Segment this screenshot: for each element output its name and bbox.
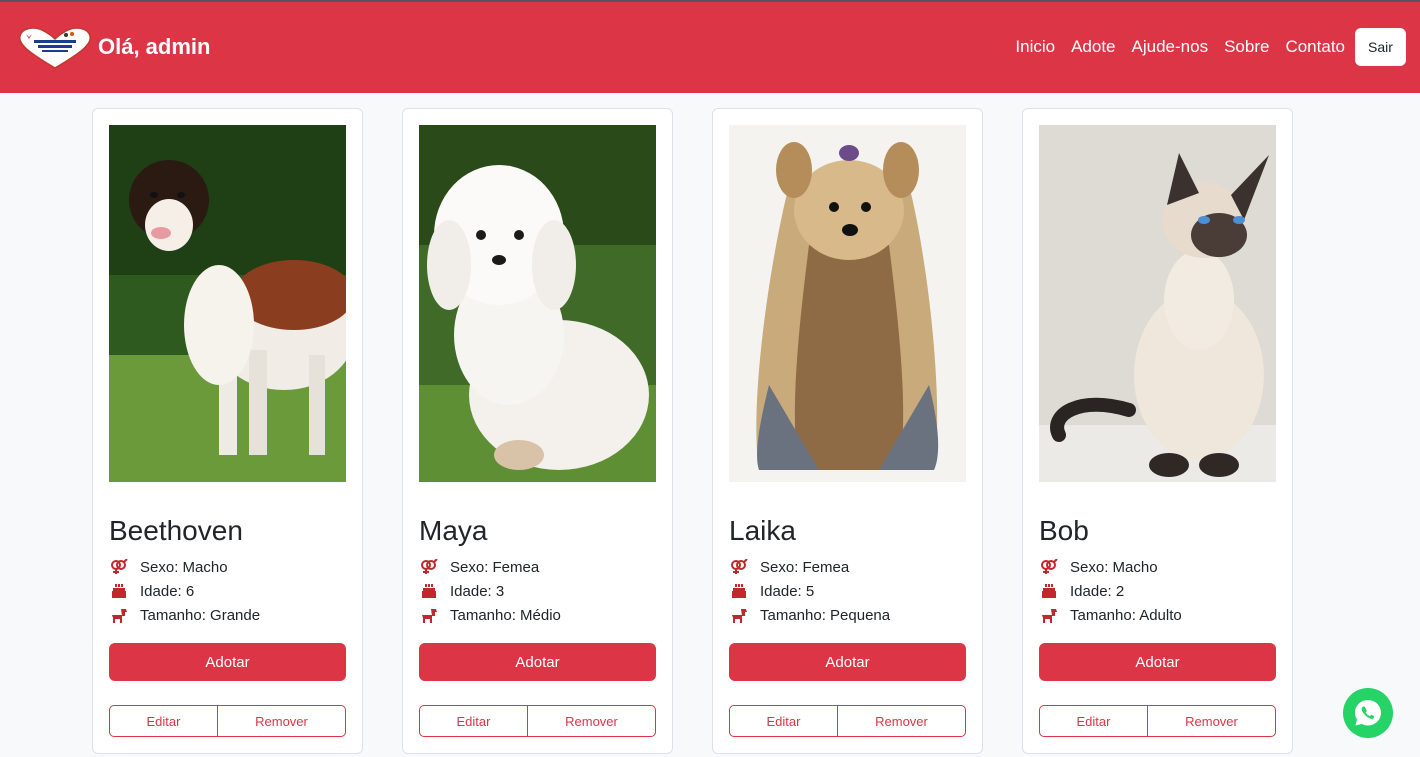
gender-icon xyxy=(729,558,749,576)
logout-button[interactable]: Sair xyxy=(1355,28,1406,66)
adopt-button[interactable]: Adotar xyxy=(109,643,346,681)
pet-sex-label: Sexo: Macho xyxy=(140,558,228,576)
edit-button[interactable]: Editar xyxy=(109,705,218,737)
pet-size: Tamanho: Adulto xyxy=(1039,606,1182,624)
pet-sex: Sexo: Femea xyxy=(419,558,539,576)
pet-card: Bob Sexo: Macho Idade: 2 Tamanho: Adulto… xyxy=(1022,108,1293,754)
pet-size-label: Tamanho: Adulto xyxy=(1070,606,1182,624)
dog-icon xyxy=(729,606,749,624)
nav-sobre[interactable]: Sobre xyxy=(1224,28,1269,66)
nav-links: Inicio Adote Ajude-nos Sobre Contato Sai… xyxy=(1015,28,1406,66)
remove-button[interactable]: Remover xyxy=(218,705,346,737)
pet-age: Idade: 6 xyxy=(109,582,194,600)
birthday-cake-icon xyxy=(109,582,129,600)
gender-icon xyxy=(419,558,439,576)
pet-age: Idade: 5 xyxy=(729,582,814,600)
pet-name: Beethoven xyxy=(109,515,243,546)
nav-contato[interactable]: Contato xyxy=(1285,28,1345,66)
pet-size-label: Tamanho: Grande xyxy=(140,606,261,624)
gender-icon xyxy=(109,558,129,576)
pet-photo[interactable] xyxy=(1039,125,1276,482)
pet-size: Tamanho: Médio xyxy=(419,606,561,624)
nav-ajude-nos[interactable]: Ajude-nos xyxy=(1132,28,1209,66)
pet-cards: Beethoven Sexo: Macho Idade: 6 Tamanho: … xyxy=(92,108,1332,754)
remove-button[interactable]: Remover xyxy=(1148,705,1276,737)
pet-age-label: Idade: 5 xyxy=(760,582,815,600)
greeting: Olá, admin xyxy=(98,34,211,59)
pet-sex-label: Sexo: Macho xyxy=(1070,558,1158,576)
remove-button[interactable]: Remover xyxy=(838,705,966,737)
pet-age-label: Idade: 6 xyxy=(140,582,195,600)
edit-button[interactable]: Editar xyxy=(419,705,528,737)
pet-name: Laika xyxy=(729,515,796,546)
birthday-cake-icon xyxy=(419,582,439,600)
card-actions: Editar Remover xyxy=(419,705,656,737)
pet-sex-label: Sexo: Femea xyxy=(450,558,540,576)
pet-sex: Sexo: Femea xyxy=(729,558,849,576)
pet-size-label: Tamanho: Médio xyxy=(450,606,561,624)
pet-size-label: Tamanho: Pequena xyxy=(760,606,891,624)
remove-button[interactable]: Remover xyxy=(528,705,656,737)
brand[interactable]: Olá, admin xyxy=(16,26,210,70)
nav-adote[interactable]: Adote xyxy=(1071,28,1115,66)
pet-sex-label: Sexo: Femea xyxy=(760,558,850,576)
pet-age: Idade: 3 xyxy=(419,582,504,600)
pet-photo[interactable] xyxy=(109,125,346,482)
edit-button[interactable]: Editar xyxy=(1039,705,1148,737)
adopt-button[interactable]: Adotar xyxy=(419,643,656,681)
siamese-cat-photo xyxy=(1039,125,1276,482)
whatsapp-glyph xyxy=(1355,700,1381,726)
edit-button[interactable]: Editar xyxy=(729,705,838,737)
nav-inicio[interactable]: Inicio xyxy=(1015,28,1055,66)
pet-sex: Sexo: Macho xyxy=(1039,558,1158,576)
birthday-cake-icon xyxy=(729,582,749,600)
saint-bernard-photo xyxy=(109,125,346,482)
dog-icon xyxy=(1039,606,1059,624)
pet-size: Tamanho: Grande xyxy=(109,606,260,624)
pet-age-label: Idade: 3 xyxy=(450,582,505,600)
card-actions: Editar Remover xyxy=(1039,705,1276,737)
pet-age: Idade: 2 xyxy=(1039,582,1124,600)
pet-card: Maya Sexo: Femea Idade: 3 Tamanho: Médio… xyxy=(402,108,673,754)
pet-name: Maya xyxy=(419,515,488,546)
adopt-button[interactable]: Adotar xyxy=(1039,643,1276,681)
pet-photo[interactable] xyxy=(419,125,656,482)
card-actions: Editar Remover xyxy=(109,705,346,737)
pet-age-label: Idade: 2 xyxy=(1070,582,1125,600)
ong-logo xyxy=(19,27,91,69)
pet-name: Bob xyxy=(1039,515,1089,546)
pet-card: Laika Sexo: Femea Idade: 5 Tamanho: Pequ… xyxy=(712,108,983,754)
pet-size: Tamanho: Pequena xyxy=(729,606,890,624)
navbar: Olá, admin Inicio Adote Ajude-nos Sobre … xyxy=(0,0,1420,93)
pet-photo[interactable] xyxy=(729,125,966,482)
birthday-cake-icon xyxy=(1039,582,1059,600)
whatsapp-icon[interactable] xyxy=(1343,688,1393,738)
card-actions: Editar Remover xyxy=(729,705,966,737)
adopt-button[interactable]: Adotar xyxy=(729,643,966,681)
pet-sex: Sexo: Macho xyxy=(109,558,228,576)
dog-icon xyxy=(109,606,129,624)
pet-card: Beethoven Sexo: Macho Idade: 6 Tamanho: … xyxy=(92,108,363,754)
poodle-photo xyxy=(419,125,656,482)
dog-icon xyxy=(419,606,439,624)
gender-icon xyxy=(1039,558,1059,576)
yorkshire-photo xyxy=(729,125,966,482)
